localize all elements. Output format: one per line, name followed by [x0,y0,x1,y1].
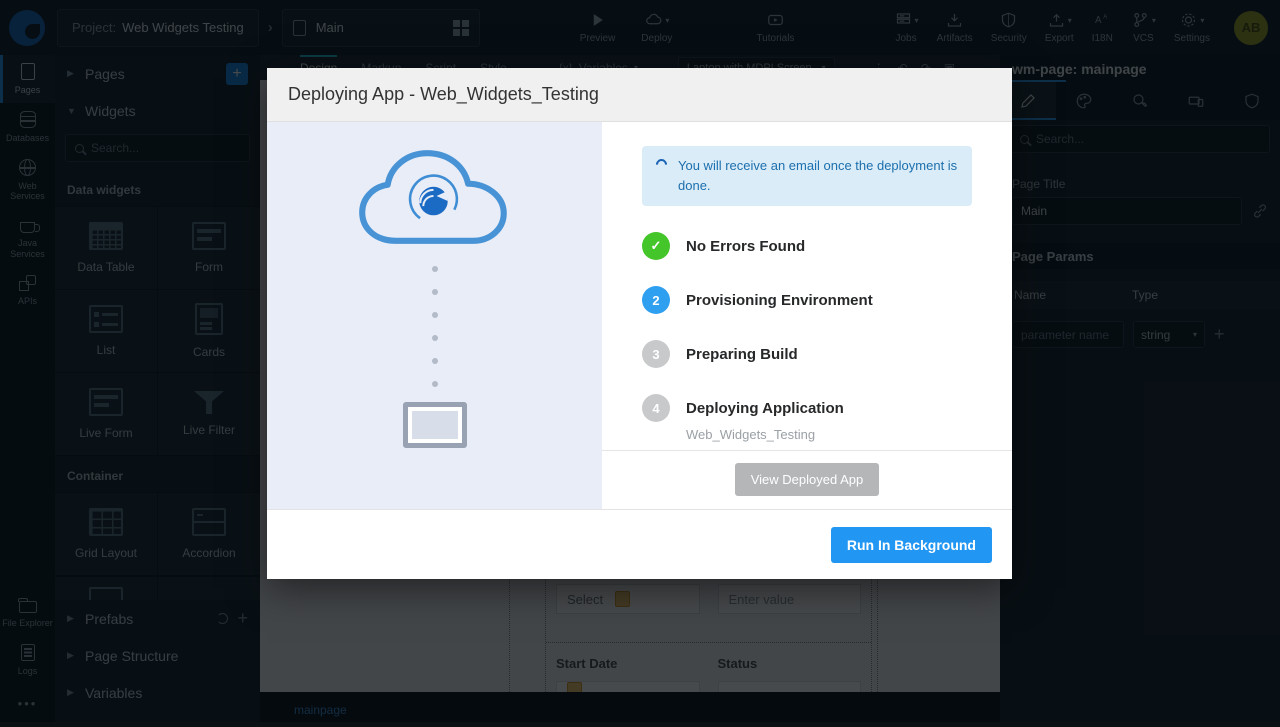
step-subtitle: Web_Widgets_Testing [686,427,816,443]
step-no-errors: ✓ No Errors Found [642,232,972,261]
step-number-badge: 4 [642,394,670,423]
step-title: Preparing Build [686,345,798,363]
spinner-icon [653,156,670,173]
deploy-illustration [267,122,602,509]
monitor-icon [402,402,467,448]
step-preparing-build: 3 Preparing Build [642,340,972,369]
cloud-deploy-icon [359,150,507,244]
deploy-info-text: You will receive an email once the deplo… [678,158,958,194]
step-title: Deploying Application [686,399,844,417]
view-deployed-area: View Deployed App [602,450,1012,509]
step-title: No Errors Found [686,237,806,255]
step-number-badge: 2 [642,286,670,315]
step-deploying-application: 4 Deploying Application [642,394,972,423]
deploy-steps-pane: You will receive an email once the deplo… [602,122,1012,509]
view-deployed-app-button[interactable]: View Deployed App [734,463,880,496]
deploy-modal-body: You will receive an email once the deplo… [267,122,1012,509]
deploy-info-banner: You will receive an email once the deplo… [642,146,972,207]
step-provisioning: 2 Provisioning Environment [642,286,972,315]
run-in-background-button[interactable]: Run In Background [830,526,992,563]
wavemaker-studio: Project: Web Widgets Testing › Main Prev… [0,0,1280,727]
step-check-icon: ✓ [642,232,670,261]
step-number-badge: 3 [642,340,670,369]
dotted-trail [431,266,438,387]
step-title: Provisioning Environment [686,291,873,309]
deploy-modal: Deploying App - Web_Widgets_Testing You … [267,68,1012,579]
deploy-modal-footer: Run In Background [267,509,1012,579]
deploy-modal-title: Deploying App - Web_Widgets_Testing [267,68,1012,122]
